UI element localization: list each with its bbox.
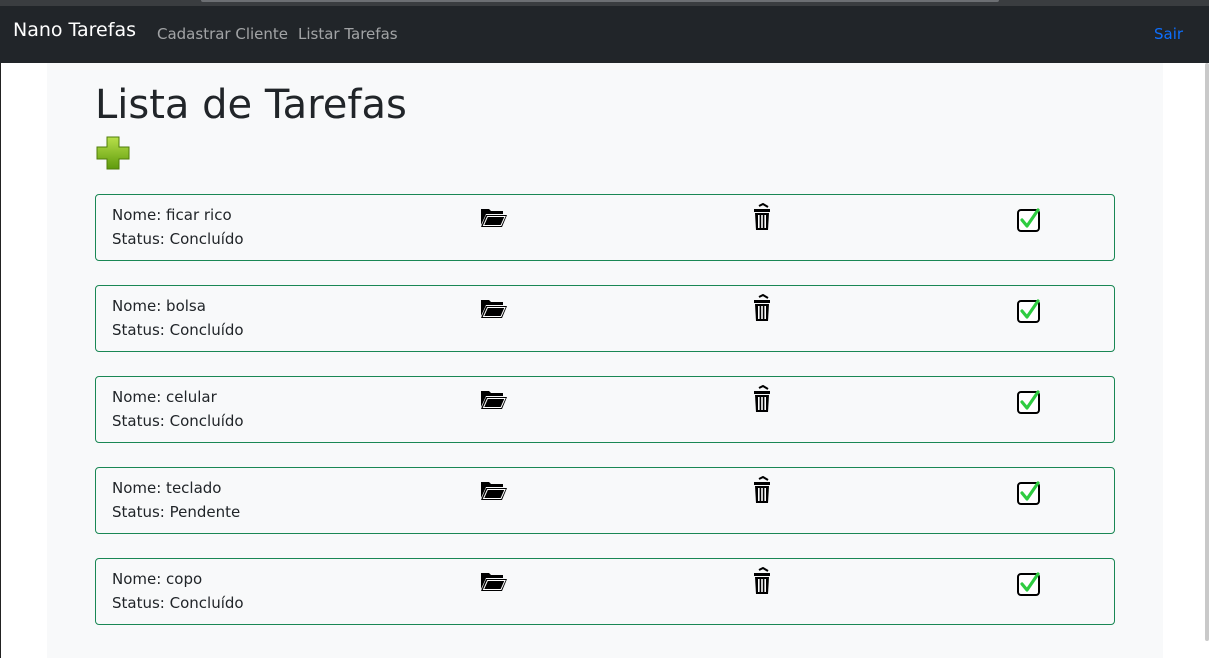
open-task-button[interactable] [480, 297, 508, 319]
task-card: Nome: ficar rico Status: Concluído [95, 194, 1115, 261]
open-task-button[interactable] [480, 388, 508, 410]
delete-task-button[interactable] [752, 293, 772, 322]
plus-icon [96, 136, 130, 170]
task-status: Status: Concluído [112, 412, 244, 430]
delete-task-button[interactable] [752, 202, 772, 231]
task-card: Nome: copo Status: Concluído [95, 558, 1115, 625]
task-name: Nome: ficar rico [112, 206, 232, 224]
task-name: Nome: copo [112, 570, 203, 588]
delete-task-button[interactable] [752, 475, 772, 504]
trash-icon [754, 384, 770, 412]
checkbox-checked-icon [1017, 390, 1040, 414]
complete-task-button[interactable] [1016, 207, 1042, 233]
nav-link-cadastrar-cliente[interactable]: Cadastrar Cliente [157, 25, 288, 43]
complete-task-button[interactable] [1016, 480, 1042, 506]
open-task-button[interactable] [480, 479, 508, 501]
folder-open-icon [481, 300, 507, 318]
task-card: Nome: teclado Status: Pendente [95, 467, 1115, 534]
task-status: Status: Concluído [112, 594, 244, 612]
task-status: Status: Concluído [112, 321, 244, 339]
navbar: Nano Tarefas Cadastrar Cliente Listar Ta… [0, 6, 1209, 63]
folder-open-icon [481, 482, 507, 500]
delete-task-button[interactable] [752, 384, 772, 413]
navbar-brand[interactable]: Nano Tarefas [13, 19, 136, 41]
task-name: Nome: teclado [112, 479, 222, 497]
task-name: Nome: celular [112, 388, 217, 406]
task-status: Status: Concluído [112, 230, 244, 248]
open-task-button[interactable] [480, 206, 508, 228]
open-task-button[interactable] [480, 570, 508, 592]
folder-open-icon [481, 573, 507, 591]
page-title: Lista de Tarefas [95, 82, 407, 128]
page-scrollbar[interactable] [1205, 63, 1209, 641]
delete-task-button[interactable] [752, 566, 772, 595]
folder-open-icon [481, 391, 507, 409]
checkbox-checked-icon [1017, 208, 1040, 232]
task-card: Nome: bolsa Status: Concluído [95, 285, 1115, 352]
trash-icon [754, 202, 770, 230]
checkbox-checked-icon [1017, 299, 1040, 323]
task-status: Status: Pendente [112, 503, 241, 521]
complete-task-button[interactable] [1016, 389, 1042, 415]
checkbox-checked-icon [1017, 481, 1040, 505]
task-name: Nome: bolsa [112, 297, 206, 315]
trash-icon [754, 293, 770, 321]
trash-icon [754, 566, 770, 594]
folder-open-icon [481, 209, 507, 227]
window-edge [0, 63, 1, 658]
trash-icon [754, 475, 770, 503]
complete-task-button[interactable] [1016, 298, 1042, 324]
task-card: Nome: celular Status: Concluído [95, 376, 1115, 443]
nav-link-listar-tarefas[interactable]: Listar Tarefas [298, 25, 398, 43]
logout-link[interactable]: Sair [1154, 25, 1183, 43]
add-task-button[interactable] [96, 136, 130, 170]
browser-scroll-indicator [201, 0, 999, 2]
complete-task-button[interactable] [1016, 571, 1042, 597]
checkbox-checked-icon [1017, 572, 1040, 596]
main-container: Lista de Tarefas Nome: ficar rico Status… [47, 63, 1163, 658]
